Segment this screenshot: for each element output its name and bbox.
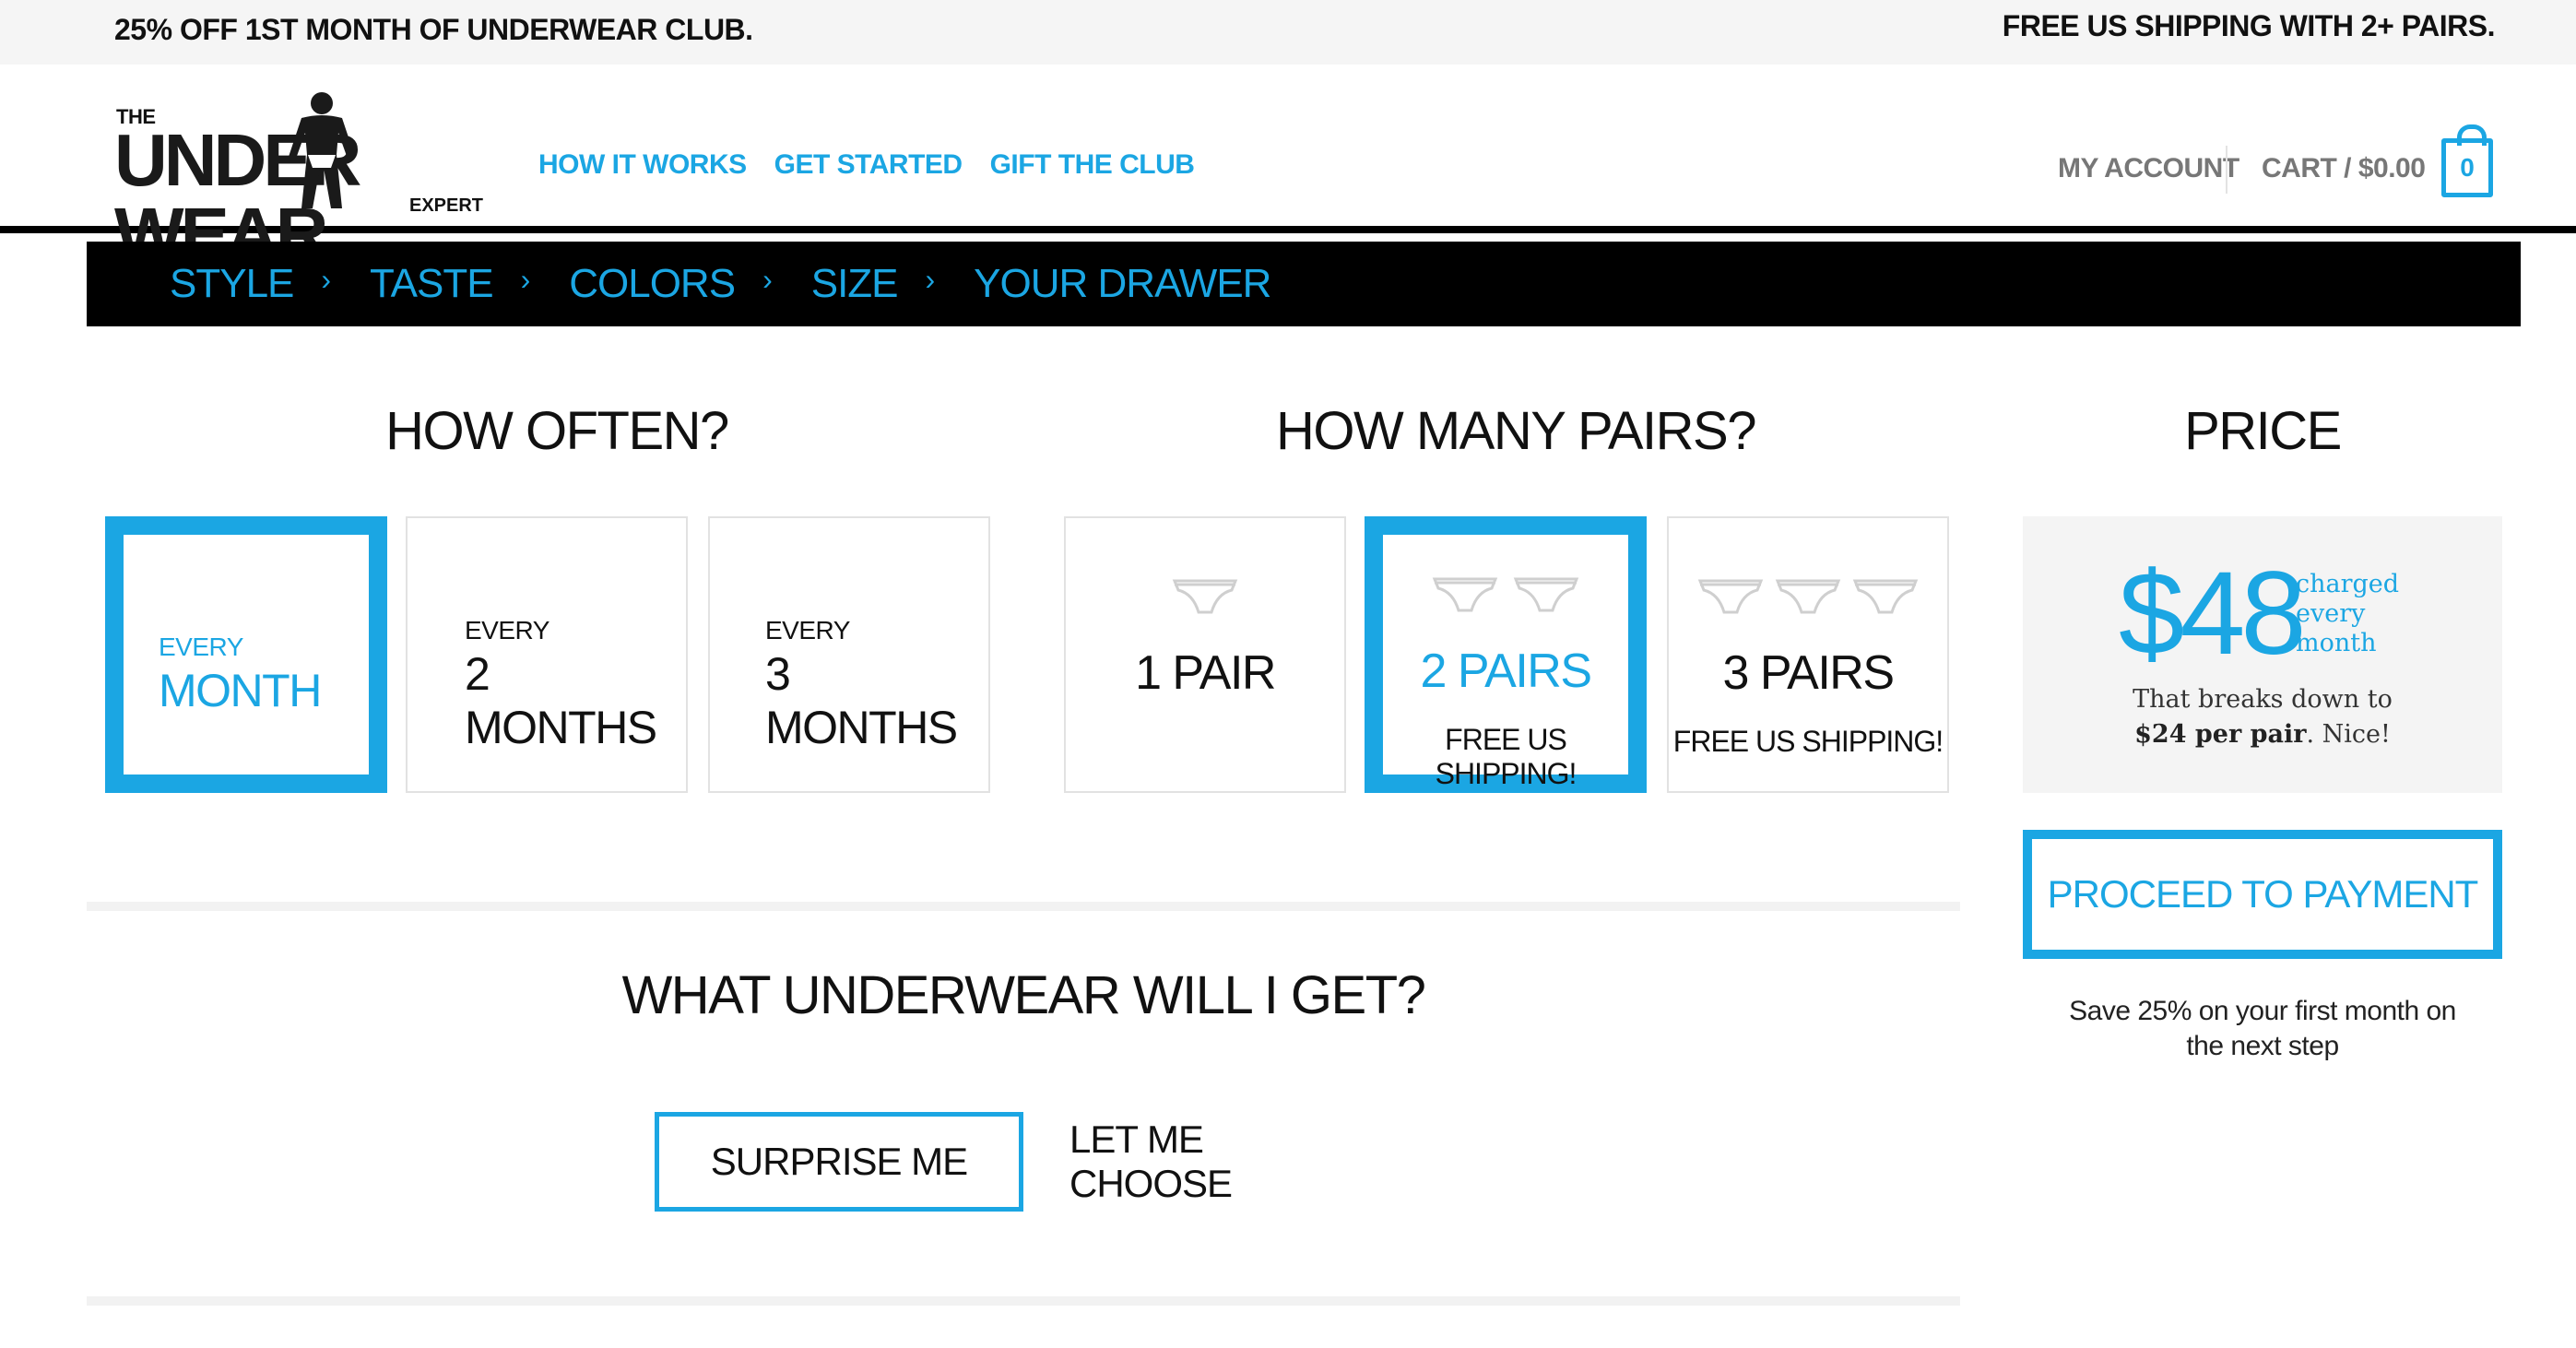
chevron-right-icon: ›	[762, 262, 773, 296]
price-frequency-line: charged	[2296, 570, 2400, 598]
frequency-option-3-months[interactable]: EVERY 3 MONTHS	[708, 516, 990, 793]
nav-how-it-works[interactable]: HOW IT WORKS	[538, 149, 747, 181]
chevron-right-icon: ›	[925, 262, 936, 296]
my-account-link[interactable]: MY ACCOUNT	[2058, 153, 2239, 184]
price-frequency-line: every	[2296, 599, 2366, 628]
briefs-icon	[1432, 577, 1498, 612]
proceed-to-payment-button[interactable]: PROCEED TO PAYMENT	[2023, 830, 2502, 959]
price-breakdown: That breaks down to $24 per pair. Nice!	[2023, 682, 2502, 752]
price-title: PRICE	[2184, 401, 2342, 461]
step-size[interactable]: SIZE	[811, 261, 899, 307]
frequency-big-label: 2 MONTHS	[465, 648, 657, 753]
what-underwear-title: WHAT UNDERWEAR WILL I GET?	[621, 965, 1426, 1025]
site-header: THE UNDERWEAR EXPERT HOW IT WORKS GET ST…	[0, 65, 2576, 271]
price-frequency: charged every month	[2296, 570, 2425, 658]
briefs-icon	[1852, 579, 1919, 614]
frequency-small-label: EVERY	[465, 616, 549, 644]
section-divider	[87, 902, 1960, 911]
pairs-option-1[interactable]: 1 PAIR	[1064, 516, 1346, 793]
frequency-option-2-months[interactable]: EVERY 2 MONTHS	[406, 516, 688, 793]
header-divider	[2226, 146, 2227, 194]
surprise-me-button[interactable]: SURPRISE ME	[655, 1112, 1023, 1212]
frequency-big-label: MONTH	[159, 665, 322, 716]
promo-bar: 25% OFF 1ST MONTH OF UNDERWEAR CLUB. FRE…	[0, 0, 2576, 65]
how-often-title: HOW OFTEN?	[385, 401, 729, 461]
step-style[interactable]: STYLE	[170, 261, 294, 307]
save-note-line: the next step	[2186, 1031, 2339, 1061]
site-logo[interactable]: THE UNDERWEAR EXPERT	[114, 90, 483, 271]
how-many-pairs-title: HOW MANY PAIRS?	[1275, 401, 1757, 461]
pairs-option-3[interactable]: 3 PAIRS FREE US SHIPPING!	[1667, 516, 1949, 793]
price-breakdown-prefix: That breaks down to	[2133, 685, 2393, 714]
price-per-pair: $24 per pair	[2134, 720, 2307, 749]
section-divider	[87, 1296, 1960, 1306]
save-note-line: Save 25% on your first month on	[2069, 996, 2456, 1026]
frequency-small-label: EVERY	[159, 633, 243, 661]
price-summary: $48 charged every month That breaks down…	[2023, 516, 2502, 793]
briefs-icon	[1172, 579, 1238, 614]
pairs-label: 3 PAIRS	[1722, 646, 1895, 700]
cart-count: 0	[2460, 153, 2475, 182]
step-your-drawer[interactable]: YOUR DRAWER	[974, 261, 1271, 307]
briefs-icon	[1775, 579, 1841, 614]
step-colors[interactable]: COLORS	[569, 261, 736, 307]
step-taste[interactable]: TASTE	[370, 261, 494, 307]
man-figure-icon	[289, 92, 355, 208]
chevron-right-icon: ›	[321, 262, 332, 296]
pairs-shipping-note: FREE US SHIPPING!	[1672, 725, 1944, 758]
chevron-right-icon: ›	[520, 262, 531, 296]
briefs-icon-row	[1066, 575, 1344, 616]
price-breakdown-suffix: . Nice!	[2306, 720, 2391, 749]
briefs-icon	[1513, 577, 1579, 612]
cart-bag-icon[interactable]: 0	[2441, 124, 2493, 197]
price-amount: $48	[2119, 548, 2307, 680]
briefs-icon	[1697, 579, 1764, 614]
nav-gift-the-club[interactable]: GIFT THE CLUB	[990, 149, 1195, 181]
briefs-icon-row	[1669, 575, 1947, 616]
frequency-small-label: EVERY	[765, 616, 850, 644]
pairs-label: 2 PAIRS	[1420, 644, 1592, 698]
step-nav: STYLE › TASTE › COLORS › SIZE › YOUR DRA…	[87, 242, 2521, 326]
frequency-option-month[interactable]: EVERY MONTH	[105, 516, 387, 793]
pairs-shipping-note: FREE US SHIPPING!	[1435, 723, 1578, 790]
pairs-option-2[interactable]: 2 PAIRS FREE US SHIPPING!	[1365, 516, 1647, 793]
price-frequency-line: month	[2296, 629, 2377, 657]
promo-left-text: 25% OFF 1ST MONTH OF UNDERWEAR CLUB.	[114, 13, 753, 46]
main-nav: HOW IT WORKS GET STARTED GIFT THE CLUB	[538, 149, 1195, 181]
logo-expert: EXPERT	[409, 195, 484, 216]
nav-get-started[interactable]: GET STARTED	[774, 149, 963, 181]
promo-right-text: FREE US SHIPPING WITH 2+ PAIRS.	[2002, 9, 2496, 42]
save-note: Save 25% on your first month on the next…	[2023, 994, 2502, 1064]
cart-link[interactable]: CART / $0.00	[2262, 153, 2426, 184]
frequency-big-label: 3 MONTHS	[765, 648, 958, 753]
briefs-icon-row	[1383, 573, 1628, 614]
pairs-label: 1 PAIR	[1135, 646, 1276, 700]
let-me-choose-button[interactable]: LET ME CHOOSE	[1069, 1112, 1346, 1212]
